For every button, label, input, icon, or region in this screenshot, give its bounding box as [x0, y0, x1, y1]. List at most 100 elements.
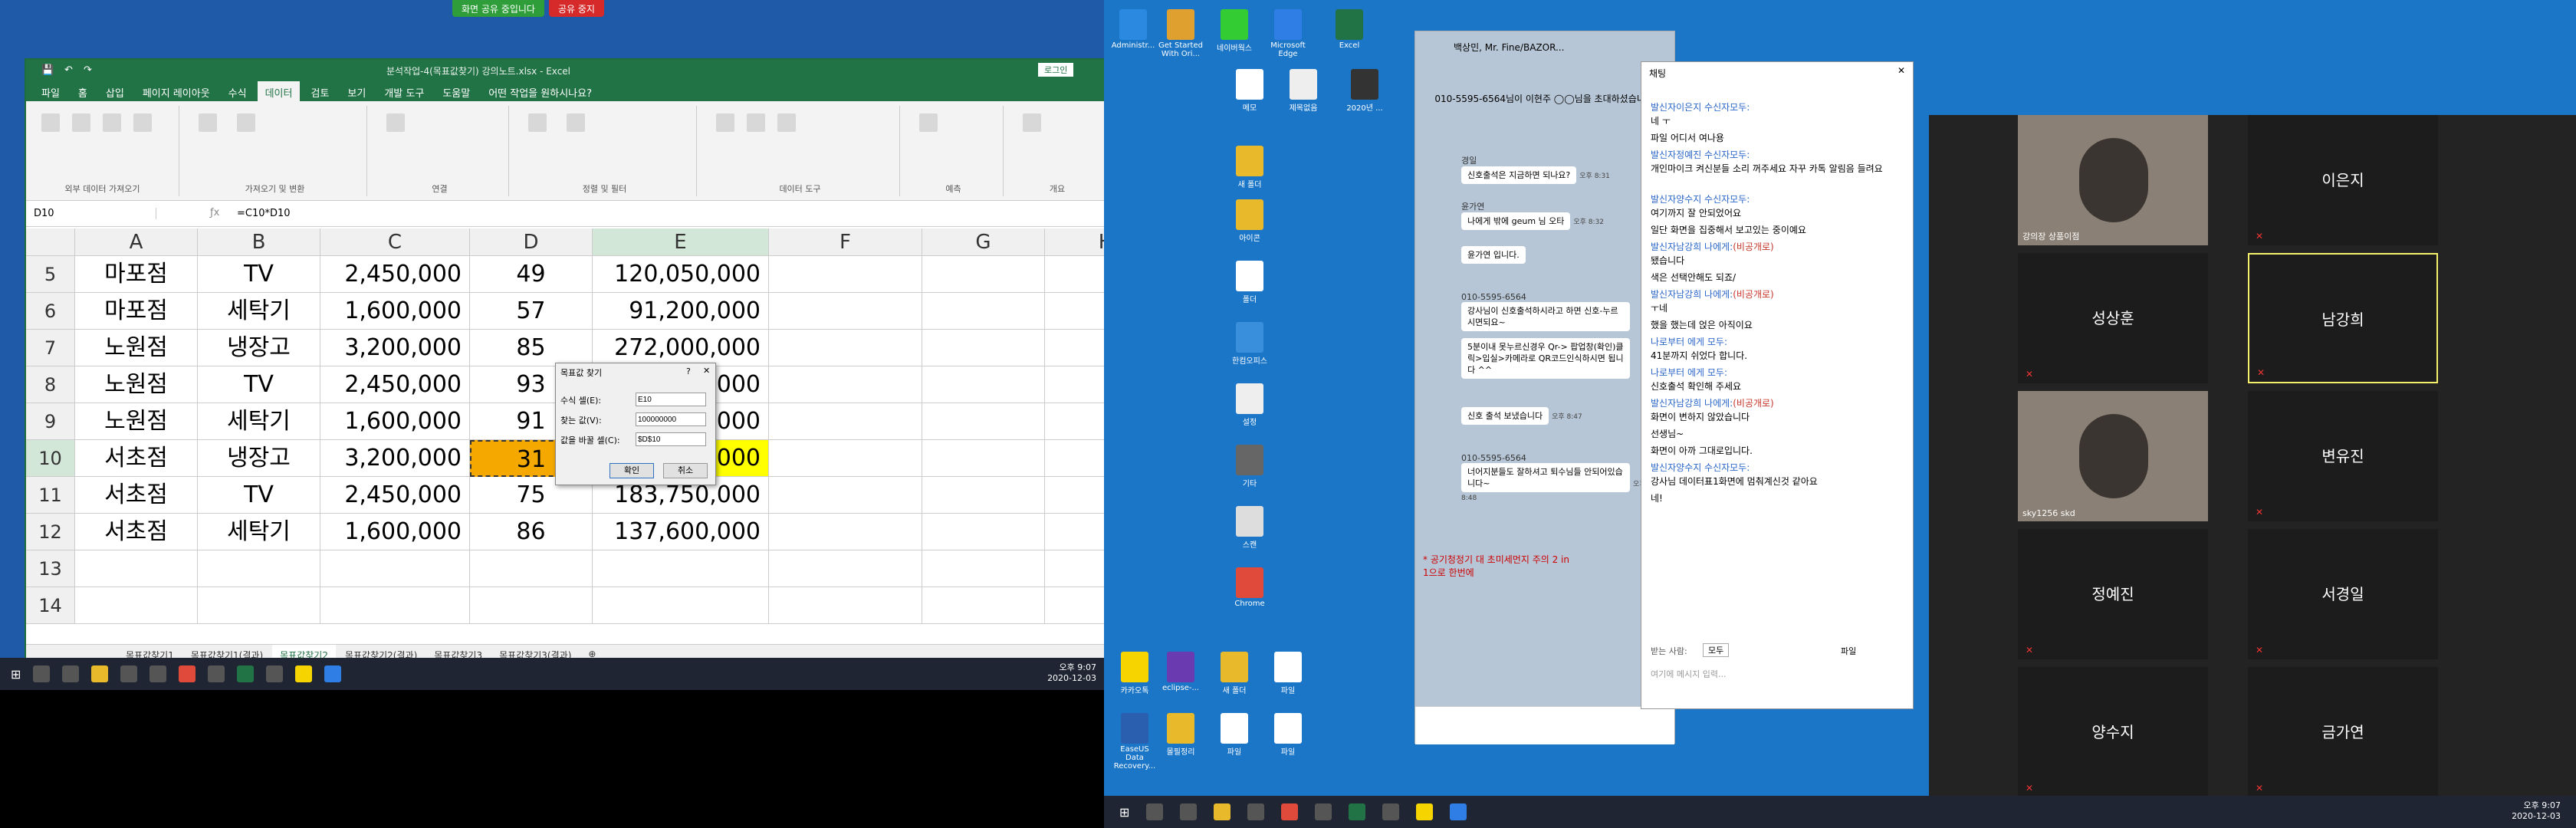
message-input[interactable]: 여기에 메시지 입력... — [1651, 668, 1726, 680]
filter-icon[interactable] — [567, 113, 585, 132]
desktop-icon[interactable]: 파일 — [1265, 652, 1311, 695]
table-cell[interactable] — [769, 366, 922, 403]
table-cell[interactable]: 세탁기 — [198, 403, 320, 440]
table-cell[interactable]: TV — [198, 366, 320, 403]
table-cell[interactable]: 3,200,000 — [320, 330, 470, 366]
table-cell[interactable] — [75, 550, 198, 587]
table-cell[interactable] — [922, 330, 1045, 366]
table-cell[interactable]: 86 — [470, 514, 593, 550]
table-cell[interactable] — [470, 550, 593, 587]
table-cell[interactable]: 서초점 — [75, 440, 198, 477]
help-icon[interactable]: ? — [686, 366, 691, 376]
table-cell[interactable] — [922, 514, 1045, 550]
table-cell[interactable]: 85 — [470, 330, 593, 366]
table-cell[interactable]: 272,000,000 — [593, 330, 769, 366]
participant-tile[interactable]: 남강희 ✕ — [2248, 253, 2438, 383]
column-header[interactable]: C — [320, 228, 470, 256]
column-header[interactable]: B — [198, 228, 320, 256]
desktop-icon[interactable]: 스캔 — [1227, 506, 1273, 550]
settings-icon[interactable] — [1315, 803, 1332, 820]
row-header[interactable]: 5 — [26, 256, 75, 293]
tab-insert[interactable]: 삽입 — [98, 81, 132, 101]
desktop-icon[interactable]: 파일 — [1211, 713, 1257, 757]
table-cell[interactable]: 2,450,000 — [320, 256, 470, 293]
table-cell[interactable] — [320, 587, 470, 624]
other-source-icon[interactable] — [133, 113, 152, 132]
table-cell[interactable]: 57 — [470, 293, 593, 330]
tab-review[interactable]: 검토 — [303, 81, 337, 101]
table-cell[interactable] — [769, 550, 922, 587]
table-cell[interactable]: 냉장고 — [198, 440, 320, 477]
table-cell[interactable] — [470, 587, 593, 624]
settings-icon[interactable] — [208, 665, 225, 682]
table-cell[interactable]: 노원점 — [75, 366, 198, 403]
table-cell[interactable]: 세탁기 — [198, 514, 320, 550]
excel-taskbar-icon[interactable] — [237, 665, 255, 682]
search-icon[interactable] — [1146, 803, 1164, 820]
table-cell[interactable] — [769, 330, 922, 366]
desktop-icon[interactable]: Administr... — [1110, 9, 1156, 50]
table-cell[interactable]: 서초점 — [75, 514, 198, 550]
desktop-icon[interactable]: 아이콘 — [1227, 199, 1273, 243]
mail-icon[interactable] — [150, 665, 167, 682]
access-icon[interactable] — [41, 113, 60, 132]
table-cell[interactable] — [922, 256, 1045, 293]
table-cell[interactable] — [198, 587, 320, 624]
table-cell[interactable]: 1,600,000 — [320, 514, 470, 550]
chat-close-icon[interactable]: ✕ — [1898, 65, 1905, 76]
table-cell[interactable]: 3,200,000 — [320, 440, 470, 477]
file-button[interactable]: 파일 — [1841, 645, 1856, 657]
column-header[interactable]: A — [75, 228, 198, 256]
desktop-icon[interactable]: 제목없음 — [1280, 69, 1326, 113]
task-view-icon[interactable] — [1180, 803, 1198, 820]
chrome-icon[interactable] — [1281, 803, 1299, 820]
table-cell[interactable] — [922, 477, 1045, 514]
table-cell[interactable] — [593, 587, 769, 624]
participant-tile[interactable]: 양수지 ✕ — [2018, 667, 2208, 797]
table-cell[interactable]: TV — [198, 477, 320, 514]
explorer-icon[interactable] — [91, 665, 109, 682]
table-cell[interactable]: 서초점 — [75, 477, 198, 514]
desktop-icon[interactable]: 메모 — [1227, 69, 1273, 113]
store-icon[interactable] — [120, 665, 138, 682]
desktop-icon[interactable]: 카카오톡 — [1112, 652, 1158, 695]
search-icon[interactable] — [33, 665, 51, 682]
tab-file[interactable]: 파일 — [34, 81, 67, 101]
participant-tile[interactable]: 정예진 ✕ — [2018, 529, 2208, 659]
changing-cell-input[interactable] — [636, 432, 706, 446]
tab-data[interactable]: 데이터 — [257, 81, 301, 101]
login-button[interactable]: 로그인 — [1038, 63, 1074, 77]
desktop-icon[interactable]: 새 폴더 — [1211, 652, 1257, 695]
kakaotalk-icon[interactable] — [1416, 803, 1434, 820]
table-cell[interactable]: 137,600,000 — [593, 514, 769, 550]
participant-tile[interactable]: 금가연 ✕ — [2248, 667, 2438, 797]
table-cell[interactable]: 91,200,000 — [593, 293, 769, 330]
desktop-icon[interactable]: 폴더 — [1227, 261, 1273, 304]
table-cell[interactable] — [922, 366, 1045, 403]
set-cell-input[interactable] — [636, 393, 706, 406]
remove-duplicates-icon[interactable] — [777, 113, 796, 132]
desktop-icon[interactable]: 설정 — [1227, 383, 1273, 427]
desktop-icon[interactable]: 몰필정리 — [1158, 713, 1204, 757]
kakaotalk-icon[interactable] — [295, 665, 313, 682]
participant-tile[interactable]: sky1256 skd — [2018, 391, 2208, 521]
explorer-icon[interactable] — [1214, 803, 1231, 820]
table-cell[interactable]: 1,600,000 — [320, 403, 470, 440]
table-cell[interactable] — [75, 587, 198, 624]
to-value-input[interactable] — [636, 412, 706, 426]
table-cell[interactable] — [769, 293, 922, 330]
desktop-icon[interactable]: EaseUS Data Recovery... — [1112, 713, 1158, 770]
table-cell[interactable] — [769, 587, 922, 624]
row-header[interactable]: 7 — [26, 330, 75, 366]
table-cell[interactable]: 120,050,000 — [593, 256, 769, 293]
desktop-icon[interactable]: 네이버웍스 — [1211, 9, 1257, 53]
tab-formulas[interactable]: 수식 — [221, 81, 255, 101]
desktop-icon[interactable]: Microsoft Edge — [1265, 9, 1311, 58]
column-header[interactable]: G — [922, 228, 1045, 256]
table-cell[interactable] — [922, 403, 1045, 440]
desktop-icon[interactable]: Get Started With Ori... — [1158, 9, 1204, 58]
participant-tile[interactable]: 강의장 상품이점 — [2018, 115, 2208, 245]
banner-ad[interactable]: * 공기청정기 대 초미세먼지 주의 2 in 1으로 한번에 — [1423, 553, 1576, 579]
table-cell[interactable] — [922, 587, 1045, 624]
table-cell[interactable]: 세탁기 — [198, 293, 320, 330]
